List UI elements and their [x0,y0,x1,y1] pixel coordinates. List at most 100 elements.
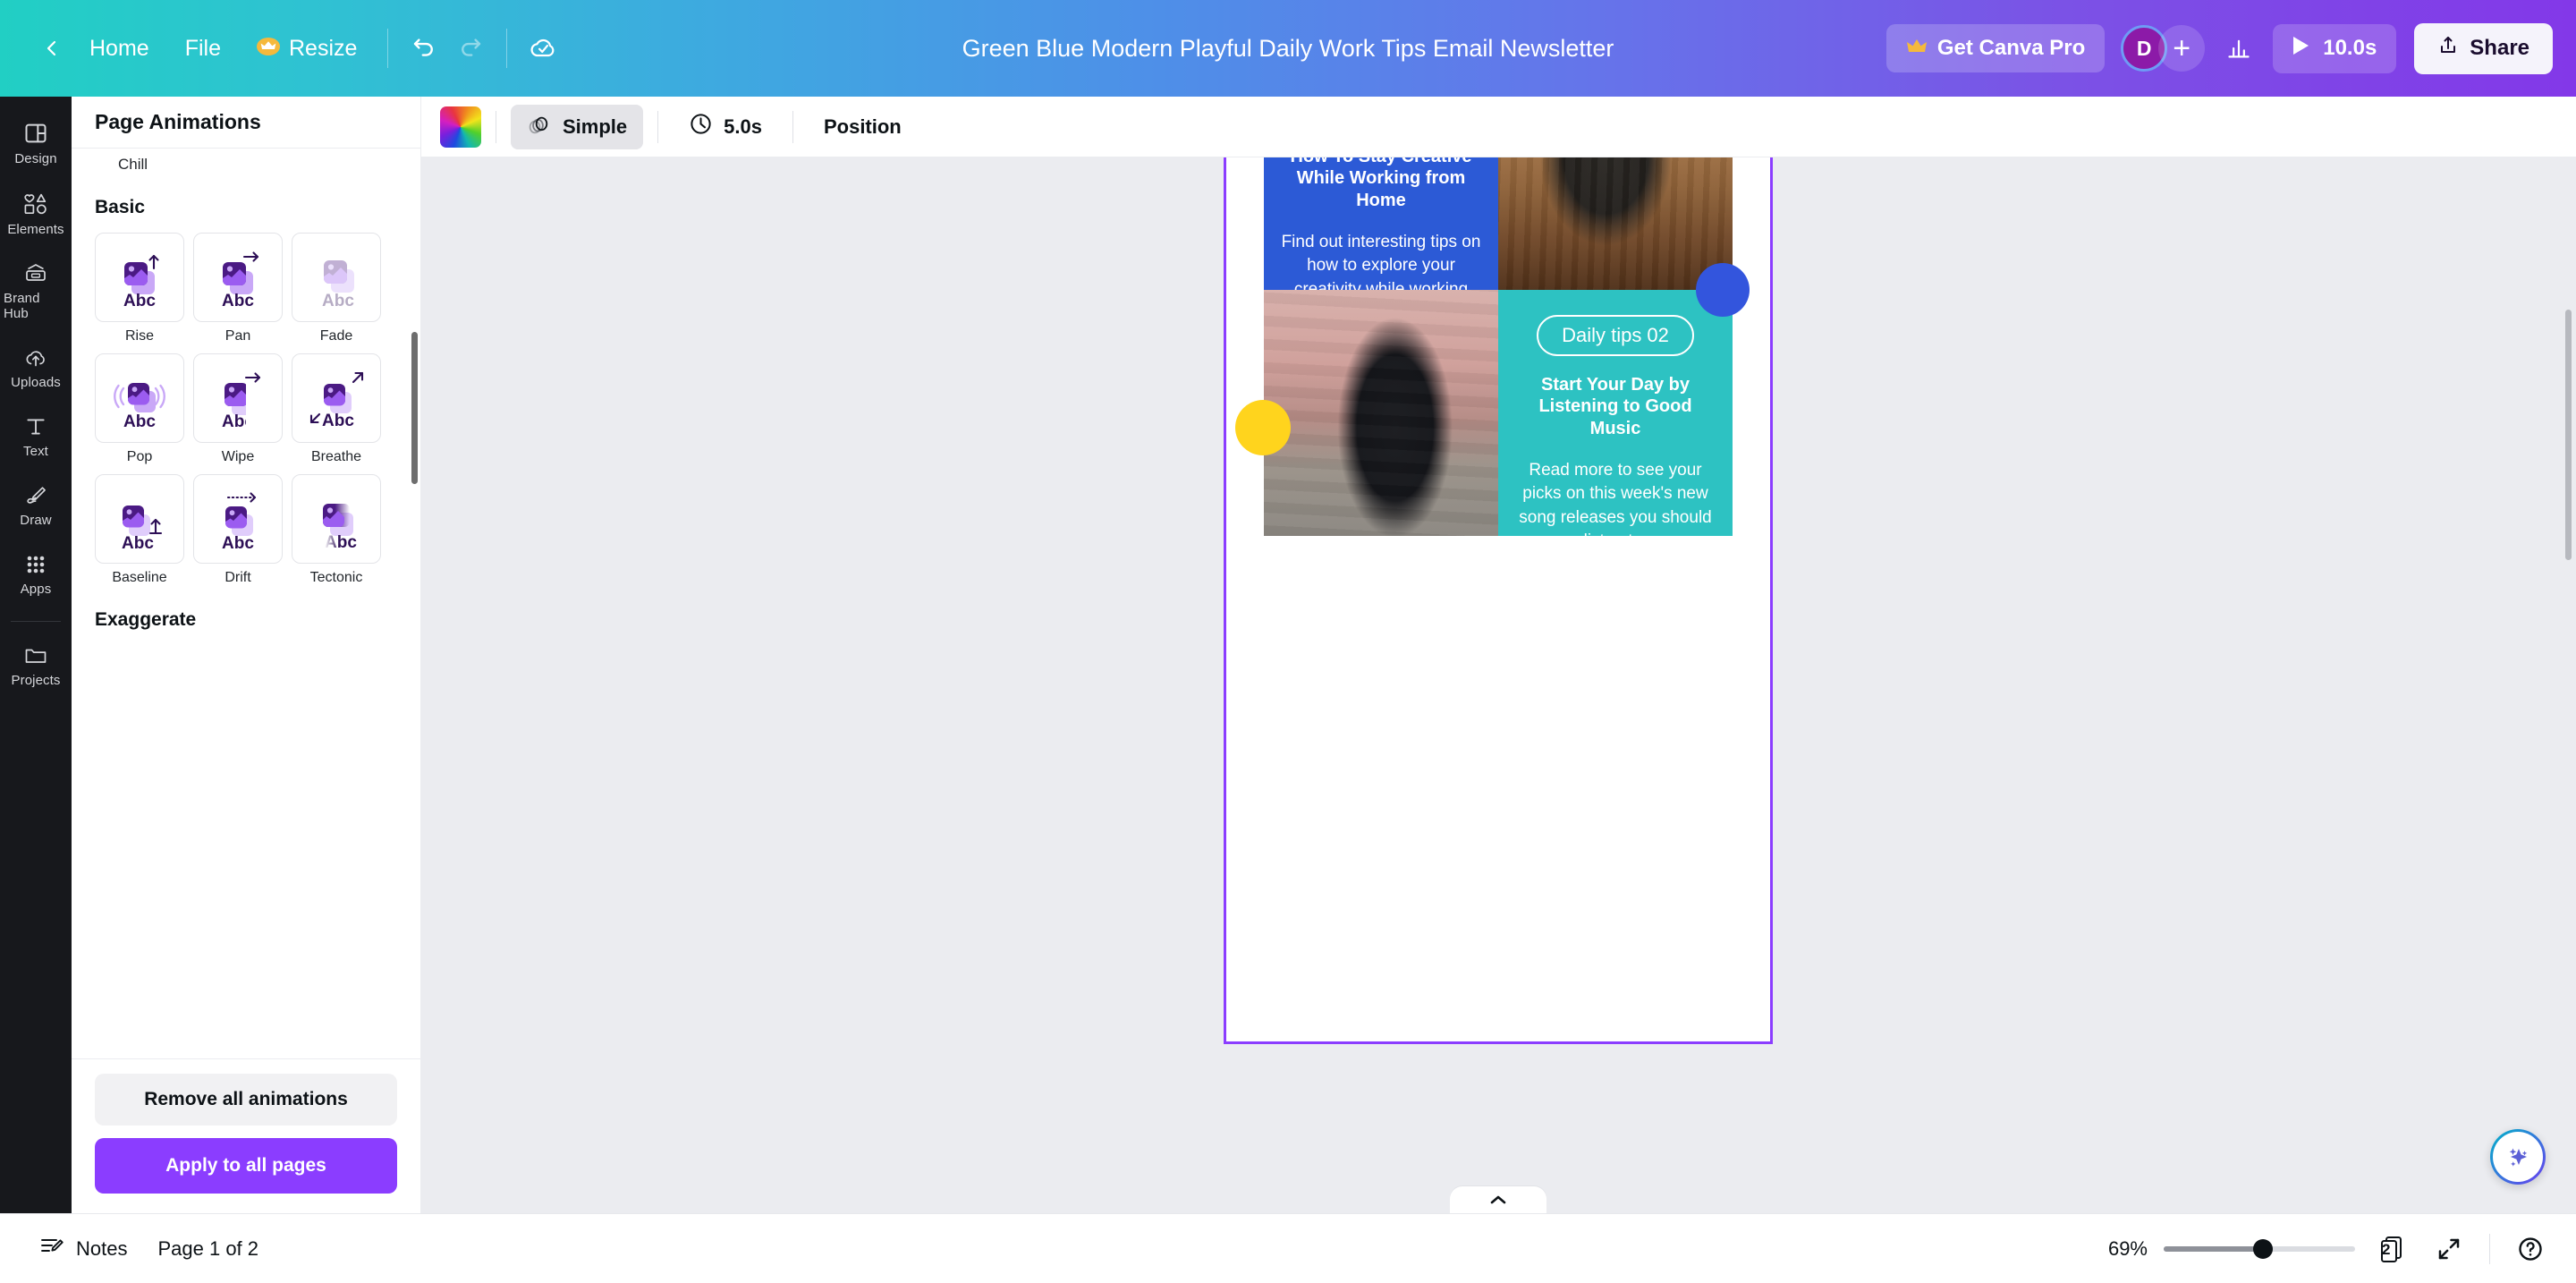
add-collaborator-button[interactable]: + [2158,25,2205,72]
tip-card-1[interactable]: Daily tips 01 How To Stay Creative While… [1264,157,1498,290]
canvas-scrollbar[interactable] [2565,310,2572,560]
tip-body: Read more to see your picks on this week… [1514,459,1716,536]
yellow-circle[interactable] [1235,400,1291,455]
animation-label: Pop [95,449,184,465]
color-picker-swatch[interactable] [440,106,481,148]
help-button[interactable] [2510,1228,2551,1270]
sidebar-item-projects[interactable]: Projects [4,634,68,696]
undo-button[interactable] [401,25,447,72]
animation-thumb[interactable]: Abc [193,353,283,443]
duration-button[interactable]: 5.0s [673,104,778,149]
cloud-saved-icon[interactable] [520,25,566,72]
sidebar-item-label: Projects [12,673,61,688]
animation-option-wipe[interactable]: Abc Wipe [193,353,283,465]
animation-option-pop[interactable]: Abc Pop [95,353,184,465]
animation-thumb[interactable]: Abc [193,474,283,564]
animation-label: Tectonic [292,570,381,586]
sidebar-item-text[interactable]: Text [4,405,68,467]
svg-text:Abc: Abc [123,412,156,431]
layout-icon [23,121,48,146]
editor-body: Design Elements [0,97,2576,1213]
svg-text:Abc: Abc [222,534,254,553]
zoom-slider[interactable] [2164,1246,2355,1252]
animation-option-fade[interactable]: Abc Fade [292,233,381,344]
canvas-toolbar: Simple 5.0s Position [420,97,2576,157]
svg-text:Abc: Abc [322,412,354,430]
animate-button[interactable]: Simple [511,105,643,149]
position-button[interactable]: Position [808,107,918,147]
fullscreen-button[interactable] [2428,1228,2470,1270]
animation-thumb[interactable]: Abc [292,233,381,322]
animate-label: Simple [563,115,627,139]
notes-button[interactable]: Notes [25,1226,141,1272]
get-canva-pro-button[interactable]: Get Canva Pro [1886,24,2105,72]
back-button[interactable] [32,29,72,68]
animation-option-rise[interactable]: Abc Rise [95,233,184,344]
editor-area: Simple 5.0s Position [420,97,2576,1213]
animation-thumb[interactable]: Abc [95,233,184,322]
resize-label: Resize [289,36,357,62]
file-menu-button[interactable]: File [167,27,239,71]
tip-heading: Start Your Day by Listening to Good Musi… [1514,374,1716,439]
animate-shapes-icon [527,113,552,141]
animation-label: Wipe [193,449,283,465]
rail-divider [11,621,61,622]
animation-option-baseline[interactable]: Abc Baseline [95,474,184,586]
canvas-viewport[interactable]: Daily tips 01 How To Stay Creative While… [420,157,2576,1213]
redo-button[interactable] [447,25,494,72]
share-button[interactable]: Share [2414,23,2553,74]
sidebar-item-apps[interactable]: Apps [4,543,68,605]
resize-button[interactable]: Resize [239,27,375,71]
animation-option-tectonic[interactable]: Abc Tectonic [292,474,381,586]
svg-text:Abc: Abc [123,292,156,310]
animation-thumb[interactable]: Abc [292,474,381,564]
sidebar-item-label: Draw [20,513,51,528]
panel-scrollbar[interactable] [411,332,418,484]
crown-icon [257,37,280,61]
status-bar: Notes Page 1 of 2 69% 2 [0,1213,2576,1283]
animation-option-breathe[interactable]: Abc Breathe [292,353,381,465]
pages-grid-button[interactable]: 2 [2371,1228,2412,1270]
animation-option-drift[interactable]: Abc Drift [193,474,283,586]
scroll-up-button[interactable] [1450,1186,1546,1213]
home-button[interactable]: Home [72,27,167,71]
duration-label: 5.0s [724,115,762,139]
design-title[interactable]: Green Blue Modern Playful Daily Work Tip… [948,28,1629,70]
remove-all-animations-button[interactable]: Remove all animations [95,1074,397,1126]
share-label: Share [2470,36,2529,61]
animation-option-pan[interactable]: Abc Pan [193,233,283,344]
tip-card-2[interactable]: Daily tips 02 Start Your Day by Listenin… [1498,290,1733,536]
sidebar-item-design[interactable]: Design [4,111,68,174]
photo-person-headphones[interactable] [1264,290,1498,536]
folder-icon [22,644,49,667]
zoom-slider-handle[interactable] [2253,1239,2273,1259]
animation-thumb[interactable]: Abc [193,233,283,322]
sidebar-item-uploads[interactable]: Uploads [4,336,68,398]
bar-chart-icon[interactable] [2216,25,2262,72]
duration-label: 10.0s [2323,36,2377,61]
magic-sparkles-icon [2493,1132,2543,1182]
blue-circle[interactable] [1696,263,1750,317]
zoom-slider-fill [2164,1246,2263,1252]
shapes-icon [22,191,49,217]
present-button[interactable]: 10.0s [2273,24,2396,73]
tip-pill: Daily tips 02 [1537,315,1694,356]
animation-thumb[interactable]: Abc [95,353,184,443]
sidebar-item-elements[interactable]: Elements [4,182,68,245]
svg-text:Abc: Abc [322,292,354,310]
apply-to-all-pages-button[interactable]: Apply to all pages [95,1138,397,1194]
animation-thumb[interactable]: Abc [292,353,381,443]
tip-card-content: Daily tips 01 How To Stay Creative While… [1264,157,1498,290]
panel-title: Page Animations [95,110,261,134]
notes-pencil-icon [39,1235,64,1263]
photo-man-writing[interactable] [1498,157,1733,290]
sidebar-item-brand-hub[interactable]: Brand Hub [4,252,68,329]
sidebar-item-draw[interactable]: Draw [4,474,68,536]
collaborators: D + [2121,25,2205,72]
share-icon [2437,35,2459,63]
panel-scroll-area[interactable]: Chill Basic [72,149,420,1058]
play-icon [2291,35,2310,63]
design-page[interactable]: Daily tips 01 How To Stay Creative While… [1226,157,1770,1041]
animation-thumb[interactable]: Abc [95,474,184,564]
magic-sparkles-button[interactable] [2490,1129,2546,1185]
